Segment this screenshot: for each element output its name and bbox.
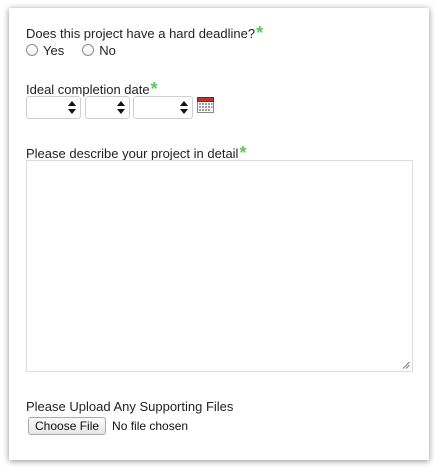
radio-yes[interactable]	[26, 44, 38, 56]
file-upload-row: Choose File No file chosen	[28, 417, 188, 435]
required-asterisk: *	[256, 23, 264, 43]
choose-file-button[interactable]: Choose File	[28, 417, 107, 435]
completion-date-text: Ideal completion date	[26, 82, 150, 97]
deadline-question-text: Does this project have a hard deadline?	[26, 26, 256, 41]
radio-no[interactable]	[82, 44, 95, 56]
deadline-radio-group: Yes No	[26, 41, 134, 59]
radio-no-label[interactable]: No	[99, 43, 116, 58]
month-select[interactable]	[26, 96, 81, 119]
upload-label: Please Upload Any Supporting Files	[26, 399, 234, 414]
radio-yes-label[interactable]: Yes	[43, 43, 64, 58]
form-panel: Does this project have a hard deadline?*…	[9, 8, 429, 460]
year-select[interactable]	[133, 96, 193, 119]
calendar-icon[interactable]	[197, 97, 214, 113]
description-textarea[interactable]	[26, 160, 413, 372]
updown-arrows-icon	[180, 101, 188, 114]
updown-arrows-icon	[68, 101, 76, 114]
day-select[interactable]	[85, 96, 130, 119]
file-status-text: No file chosen	[112, 419, 189, 433]
description-text: Please describe your project in detail	[26, 146, 239, 161]
deadline-question: Does this project have a hard deadline?*	[26, 22, 263, 43]
resize-grip-icon[interactable]	[402, 361, 410, 369]
updown-arrows-icon	[117, 101, 125, 114]
